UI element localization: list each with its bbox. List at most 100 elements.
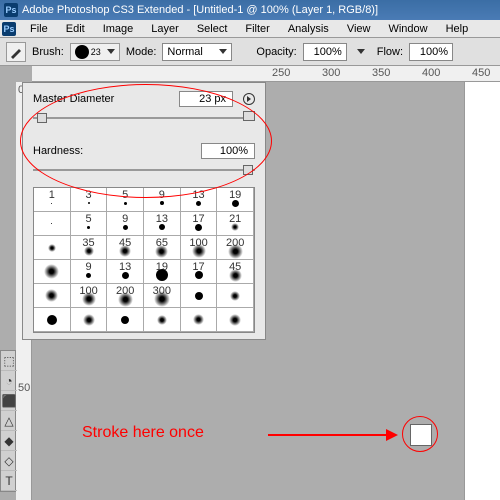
brush-preset-cell[interactable]: 1: [34, 188, 71, 212]
menu-select[interactable]: Select: [189, 21, 236, 37]
flow-label: Flow:: [377, 46, 403, 58]
flow-value: 100%: [420, 46, 448, 58]
tool-button[interactable]: △: [1, 411, 17, 431]
brush-preset-cell[interactable]: [34, 236, 71, 260]
brush-preset-cell[interactable]: 3: [71, 188, 108, 212]
mode-value: Normal: [167, 46, 202, 58]
menu-window[interactable]: Window: [380, 21, 435, 37]
window-title: Adobe Photoshop CS3 Extended - [Untitled…: [22, 4, 378, 16]
tools-palette: ⬚ ◔ ⬛ △ ◆ ◇ T: [0, 350, 16, 492]
brush-preset-cell[interactable]: 45: [217, 260, 254, 284]
brush-preset-cell[interactable]: [181, 308, 218, 332]
master-diameter-field[interactable]: 23 px: [179, 91, 233, 107]
master-diameter-value: 23 px: [199, 93, 226, 105]
brush-preset-cell[interactable]: 300: [144, 284, 181, 308]
slider-thumb[interactable]: [243, 165, 253, 175]
brush-preset-cell[interactable]: [34, 284, 71, 308]
brush-swatch-icon: [160, 201, 164, 205]
hardness-slider[interactable]: [33, 163, 255, 177]
brush-swatch-icon: [86, 273, 91, 278]
opacity-field[interactable]: 100%: [303, 43, 347, 61]
brush-preset-cell[interactable]: [34, 260, 71, 284]
document-canvas[interactable]: [464, 82, 500, 500]
brush-preset-cell[interactable]: [217, 284, 254, 308]
chevron-down-icon[interactable]: [357, 49, 365, 54]
brush-preset-cell[interactable]: 45: [107, 236, 144, 260]
hardness-value: 100%: [220, 145, 248, 157]
preset-size-label: 65: [144, 237, 180, 249]
brush-preset-cell[interactable]: 17: [181, 260, 218, 284]
master-diameter-slider[interactable]: [33, 111, 255, 125]
new-preset-icon[interactable]: [243, 111, 255, 121]
brush-preset-cell[interactable]: 21: [217, 212, 254, 236]
menu-help[interactable]: Help: [438, 21, 477, 37]
brush-preset-cell[interactable]: 200: [217, 236, 254, 260]
preset-size-label: 17: [181, 261, 217, 273]
brush-preset-panel: Master Diameter 23 px Hardness: 100% 135…: [22, 82, 266, 340]
ruler-horizontal: 250 300 350 400 450: [32, 66, 500, 82]
flow-field[interactable]: 100%: [409, 43, 453, 61]
brush-swatch-icon: [51, 223, 52, 224]
brush-preset-cell[interactable]: [217, 308, 254, 332]
hardness-field[interactable]: 100%: [201, 143, 255, 159]
brush-swatch-icon: [124, 202, 127, 205]
brush-preset-cell[interactable]: [107, 308, 144, 332]
opacity-label: Opacity:: [256, 46, 296, 58]
ruler-tick: 50: [18, 382, 30, 394]
menu-image[interactable]: Image: [95, 21, 142, 37]
brush-swatch-icon: [44, 264, 59, 279]
tool-button[interactable]: ◔: [1, 371, 17, 391]
tool-button[interactable]: T: [1, 471, 17, 491]
brush-preset-cell[interactable]: 9: [144, 188, 181, 212]
menu-filter[interactable]: Filter: [237, 21, 277, 37]
preset-size-label: 3: [71, 189, 107, 201]
brush-preset-cell[interactable]: 200: [107, 284, 144, 308]
flyout-menu-icon[interactable]: [243, 93, 255, 105]
brush-preset-cell[interactable]: [71, 308, 108, 332]
slider-thumb[interactable]: [37, 113, 47, 123]
mode-select[interactable]: Normal: [162, 43, 232, 61]
preset-size-label: 200: [107, 285, 143, 297]
menu-edit[interactable]: Edit: [58, 21, 93, 37]
preset-size-label: 200: [217, 237, 253, 249]
brush-preset-cell[interactable]: 17: [181, 212, 218, 236]
brush-preset-cell[interactable]: 13: [144, 212, 181, 236]
brush-preset-cell[interactable]: 13: [181, 188, 218, 212]
window-titlebar: Ps Adobe Photoshop CS3 Extended - [Untit…: [0, 0, 500, 20]
brush-preset-cell[interactable]: 5: [71, 212, 108, 236]
brush-preset-cell[interactable]: 5: [107, 188, 144, 212]
brush-tool-icon[interactable]: [6, 42, 26, 62]
preset-size-label: 5: [71, 213, 107, 225]
menu-file[interactable]: File: [22, 21, 56, 37]
brush-preset-cell[interactable]: [34, 212, 71, 236]
menu-layer[interactable]: Layer: [143, 21, 187, 37]
tool-button[interactable]: ⬛: [1, 391, 17, 411]
brush-preset-cell[interactable]: [181, 284, 218, 308]
brush-preset-cell[interactable]: 19: [217, 188, 254, 212]
brush-preset-cell[interactable]: 19: [144, 260, 181, 284]
brush-preset-cell[interactable]: 100: [181, 236, 218, 260]
brush-preset-cell[interactable]: 65: [144, 236, 181, 260]
preset-size-label: 19: [217, 189, 253, 201]
brush-swatch-icon: [45, 289, 58, 302]
brush-preset-cell[interactable]: 100: [71, 284, 108, 308]
brush-preset-cell[interactable]: 9: [71, 260, 108, 284]
tool-button[interactable]: ◆: [1, 431, 17, 451]
annotation-text: Stroke here once: [82, 424, 204, 442]
stroke-target-swatch[interactable]: [410, 424, 432, 446]
brush-size-value: 23: [91, 47, 101, 57]
menu-view[interactable]: View: [339, 21, 379, 37]
brush-preset-cell[interactable]: 9: [107, 212, 144, 236]
tool-button[interactable]: ◇: [1, 451, 17, 471]
preset-size-label: 9: [144, 189, 180, 201]
brush-preset-cell[interactable]: [34, 308, 71, 332]
menu-analysis[interactable]: Analysis: [280, 21, 337, 37]
brush-swatch-icon: [195, 292, 203, 300]
brush-preset-picker[interactable]: 23: [70, 43, 120, 61]
preset-size-label: 13: [181, 189, 217, 201]
brush-preset-cell[interactable]: [144, 308, 181, 332]
brush-preset-cell[interactable]: 13: [107, 260, 144, 284]
tool-button[interactable]: ⬚: [1, 351, 17, 371]
brush-swatch-icon: [193, 314, 204, 325]
brush-preset-cell[interactable]: 35: [71, 236, 108, 260]
